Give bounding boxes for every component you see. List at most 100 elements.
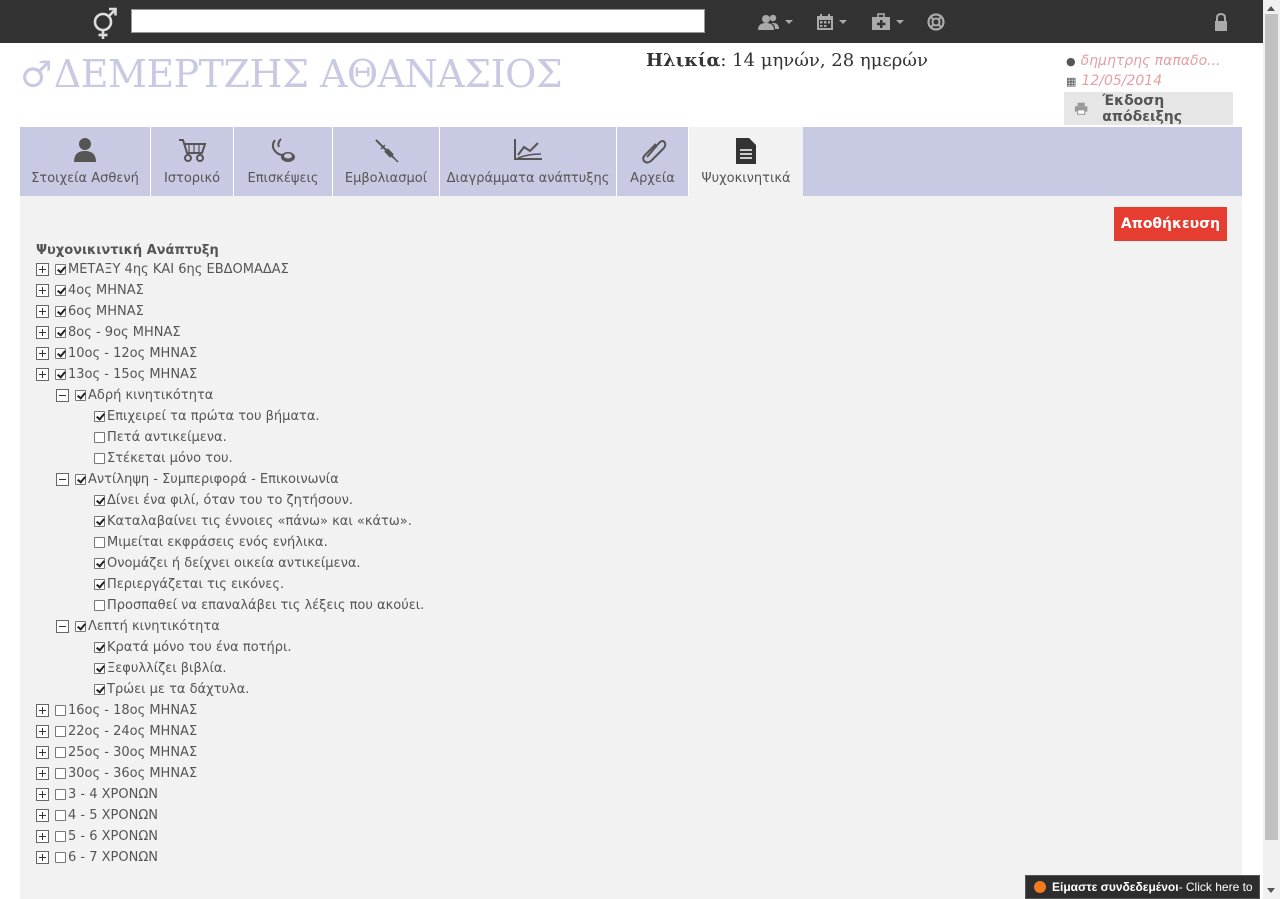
collapse-icon[interactable] xyxy=(56,473,69,486)
milestone-checkbox[interactable] xyxy=(94,537,105,548)
milestone-checkbox[interactable] xyxy=(94,558,105,569)
doctor-name: δημητρης παπαδο... xyxy=(1080,53,1221,69)
expand-icon[interactable] xyxy=(36,704,49,717)
milestone-checkbox[interactable] xyxy=(94,684,105,695)
milestone-checkbox[interactable] xyxy=(94,579,105,590)
milestone-checkbox[interactable] xyxy=(55,747,66,758)
milestone-checkbox[interactable] xyxy=(55,327,66,338)
tab-vaccinations[interactable]: Εμβολιασμοί xyxy=(333,127,440,196)
milestone-label: 4 - 5 ΧΡΟΝΩΝ xyxy=(68,808,158,823)
collapse-icon[interactable] xyxy=(56,620,69,633)
tree-item: Καταλαβαίνει τις έννοιες «πάνω» και «κάτ… xyxy=(94,511,412,532)
chat-icon xyxy=(1034,881,1046,893)
milestone-checkbox[interactable] xyxy=(75,474,86,485)
expand-icon[interactable] xyxy=(36,305,49,318)
calendar-icon xyxy=(817,14,833,30)
milestone-checkbox[interactable] xyxy=(55,726,66,737)
app-logo-icon[interactable] xyxy=(88,4,122,40)
logout-button[interactable] xyxy=(1213,10,1229,34)
milestone-checkbox[interactable] xyxy=(55,789,66,800)
tab-patient-info[interactable]: Στοιχεία Ασθενή xyxy=(20,127,151,196)
milestone-checkbox[interactable] xyxy=(94,453,105,464)
milestone-checkbox[interactable] xyxy=(55,852,66,863)
calendar-small-icon: ▦ xyxy=(1066,75,1077,88)
milestone-checkbox[interactable] xyxy=(94,663,105,674)
milestone-label: 5 - 6 ΧΡΟΝΩΝ xyxy=(68,829,158,844)
expand-icon[interactable] xyxy=(36,851,49,864)
help-button[interactable] xyxy=(927,10,945,34)
expand-icon[interactable] xyxy=(36,263,49,276)
expand-icon[interactable] xyxy=(36,809,49,822)
milestone-label: 6 - 7 ΧΡΟΝΩΝ xyxy=(68,850,158,865)
stethoscope-icon xyxy=(269,137,297,169)
expand-icon[interactable] xyxy=(36,368,49,381)
milestone-label: ΜΕΤΑΞΥ 4ης ΚΑΙ 6ης ΕΒΔΟΜΑΔΑΣ xyxy=(68,262,289,277)
milestone-checkbox[interactable] xyxy=(94,411,105,422)
lock-icon xyxy=(1215,12,1227,31)
tab-history[interactable]: Ιστορικό xyxy=(151,127,234,196)
milestone-checkbox[interactable] xyxy=(94,642,105,653)
save-button[interactable]: Αποθήκευση xyxy=(1114,207,1227,241)
tab-label: Εμβολιασμοί xyxy=(344,171,428,186)
milestone-label: Τρώει με τα δάχτυλα. xyxy=(107,682,250,697)
patients-menu-button[interactable] xyxy=(758,10,793,34)
tree-item: Αδρή κινητικότητα xyxy=(56,385,213,406)
milestone-checkbox[interactable] xyxy=(55,810,66,821)
milestone-checkbox[interactable] xyxy=(55,369,66,380)
scroll-down-icon[interactable] xyxy=(1267,888,1275,893)
expand-icon[interactable] xyxy=(36,347,49,360)
milestone-checkbox[interactable] xyxy=(55,768,66,779)
milestone-checkbox[interactable] xyxy=(94,600,105,611)
milestone-checkbox[interactable] xyxy=(75,621,86,632)
vertical-scrollbar[interactable] xyxy=(1263,0,1280,899)
scrollbar-thumb[interactable] xyxy=(1265,14,1278,840)
milestone-checkbox[interactable] xyxy=(94,495,105,506)
milestone-label: 13ος - 15ος ΜΗΝΑΣ xyxy=(68,367,198,382)
scroll-up-icon[interactable] xyxy=(1267,6,1275,11)
milestone-checkbox[interactable] xyxy=(55,306,66,317)
milestone-checkbox[interactable] xyxy=(94,516,105,527)
milestone-checkbox[interactable] xyxy=(75,390,86,401)
tab-files[interactable]: Αρχεία xyxy=(617,127,689,196)
milestone-checkbox[interactable] xyxy=(55,264,66,275)
search-input[interactable] xyxy=(131,9,705,33)
expand-icon[interactable] xyxy=(36,830,49,843)
milestone-checkbox[interactable] xyxy=(55,348,66,359)
print-icon xyxy=(1074,102,1088,115)
milestone-checkbox[interactable] xyxy=(55,831,66,842)
expand-icon[interactable] xyxy=(36,284,49,297)
calendar-menu-button[interactable] xyxy=(816,10,847,34)
milestone-checkbox[interactable] xyxy=(55,705,66,716)
expand-icon[interactable] xyxy=(36,788,49,801)
collapse-icon[interactable] xyxy=(56,389,69,402)
medkit-menu-button[interactable] xyxy=(871,10,904,34)
document-icon xyxy=(735,137,757,169)
top-navbar xyxy=(0,0,1263,43)
expand-icon[interactable] xyxy=(36,746,49,759)
chat-status: Είμαστε συνδεδεμένοι xyxy=(1052,880,1179,894)
tree-item: Στέκεται μόνο του. xyxy=(94,448,233,469)
tab-visits[interactable]: Επισκέψεις xyxy=(234,127,333,196)
tree-item: Δίνει ένα φιλί, όταν του το ζητήσουν. xyxy=(94,490,353,511)
expand-icon[interactable] xyxy=(36,725,49,738)
tree-item: 3 - 4 ΧΡΟΝΩΝ xyxy=(36,784,158,805)
milestone-label: Καταλαβαίνει τις έννοιες «πάνω» και «κάτ… xyxy=(107,514,412,529)
issue-receipt-button[interactable]: Έκδοση απόδειξης xyxy=(1064,92,1233,125)
milestone-checkbox[interactable] xyxy=(55,285,66,296)
age-value: : 14 μηνών, 28 ημερών xyxy=(720,50,928,71)
milestone-label: Δίνει ένα φιλί, όταν του το ζητήσουν. xyxy=(107,493,354,508)
section-title: Ψυχονικιντική Ανάπτυξη xyxy=(36,243,219,258)
tab-label: Ιστορικό xyxy=(163,171,221,186)
expand-icon[interactable] xyxy=(36,767,49,780)
tree-item: Ξεφυλλίζει βιβλία. xyxy=(94,658,227,679)
tree-item: Αντίληψη - Συμπεριφορά - Επικοινωνία xyxy=(56,469,339,490)
milestone-checkbox[interactable] xyxy=(94,432,105,443)
tree-item: 6ος ΜΗΝΑΣ xyxy=(36,301,144,322)
expand-icon[interactable] xyxy=(36,326,49,339)
user-icon xyxy=(72,137,98,167)
live-chat-widget[interactable]: Είμαστε συνδεδεμένοι - Click here to xyxy=(1025,875,1260,899)
tab-psychomotor[interactable]: Ψυχοκινητικά xyxy=(689,127,803,196)
tab-growth-charts[interactable]: Διαγράμματα ανάπτυξης xyxy=(440,127,617,196)
tree-item: Πετά αντικείμενα. xyxy=(94,427,227,448)
tree-item: Περιεργάζεται τις εικόνες. xyxy=(94,574,284,595)
